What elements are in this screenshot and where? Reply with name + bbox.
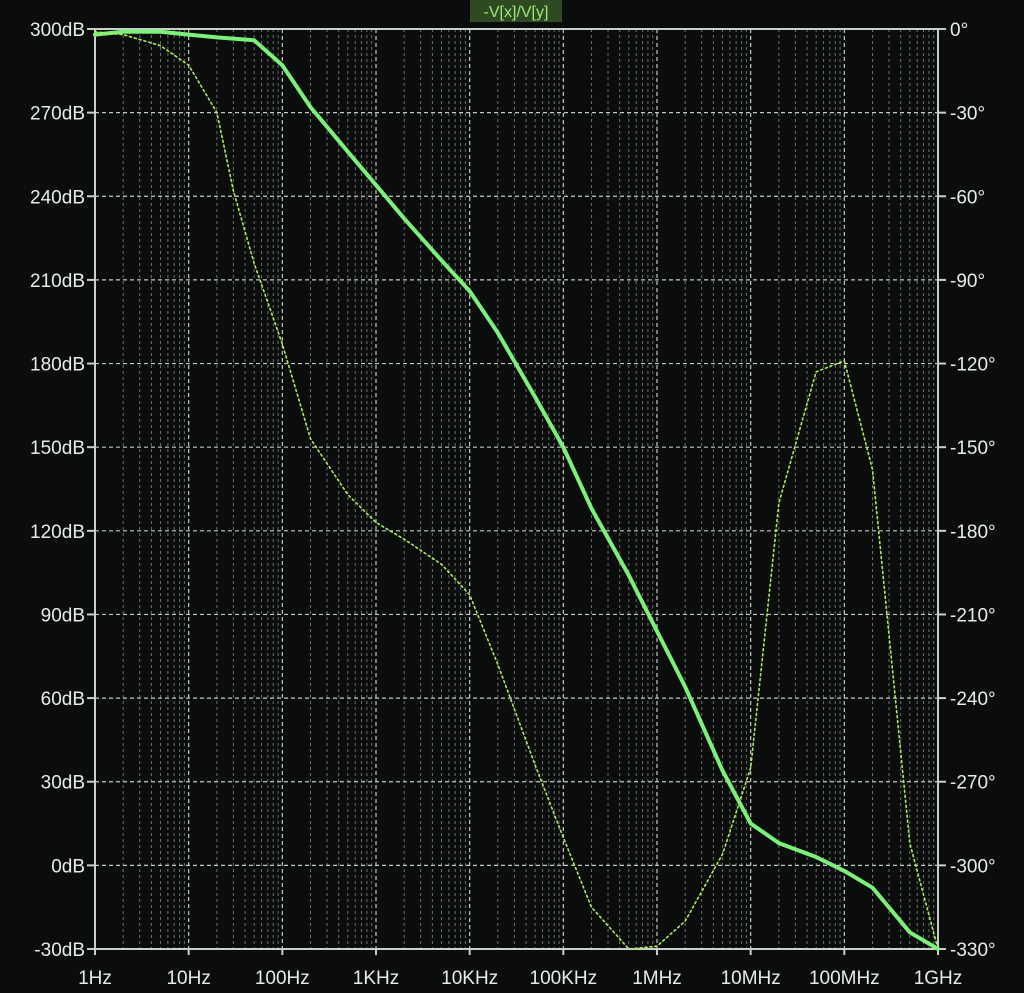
y-left-tick-label: 0dB [51,856,85,877]
y-right-tick-label: -330° [950,940,996,961]
chart-svg: -V[x]/V[y] 300dB 270dB 240dB 210dB 180dB 150d… [0,0,1024,989]
y-right-tick-label: -300° [950,856,996,877]
y-right-tick-label: -90° [950,271,985,292]
x-tick-label: 100Hz [255,968,310,988]
y-right-tick-label: -180° [950,522,996,543]
y-left-tick-label: 180dB [30,355,85,376]
y-right-tick-label: -150° [950,438,996,459]
y-right-tick-label: -120° [950,355,996,376]
y-left-tick-label: 270dB [30,104,85,125]
y-left-tick-label: 210dB [30,271,85,292]
x-tick-label: 1MHz [632,968,682,988]
x-tick-label: 10KHz [441,968,498,988]
y-right-tick-label: 0° [950,20,968,41]
chart-title: -V[x]/V[y] [484,4,549,21]
y-left-tick-label: 120dB [30,522,85,543]
y-left-tick-label: 150dB [30,438,85,459]
y-left-tick-label: 90dB [41,605,85,626]
x-tick-label: 100KHz [530,968,598,988]
y-right-tick-label: -210° [950,605,996,626]
y-right-tick-label: -60° [950,187,985,208]
y-left-tick-label: 300dB [30,20,85,41]
chart-background [0,0,1024,988]
y-left-tick-label: 30dB [41,773,85,794]
y-left-tick-label: -30dB [34,940,85,961]
x-tick-label: 1GHz [914,968,963,988]
y-right-tick-label: -240° [950,689,996,710]
y-right-tick-label: -270° [950,773,996,794]
x-tick-label: 10Hz [166,968,210,988]
x-tick-label: 10MHz [721,968,781,988]
y-right-tick-label: -30° [950,104,985,125]
y-left-tick-label: 240dB [30,187,85,208]
x-tick-label: 1Hz [78,968,112,988]
x-tick-label: 1KHz [353,968,399,988]
bode-plot: -V[x]/V[y] 300dB 270dB 240dB 210dB 180dB 150d… [0,0,1024,989]
y-left-tick-label: 60dB [41,689,85,710]
x-tick-label: 100MHz [809,968,880,988]
